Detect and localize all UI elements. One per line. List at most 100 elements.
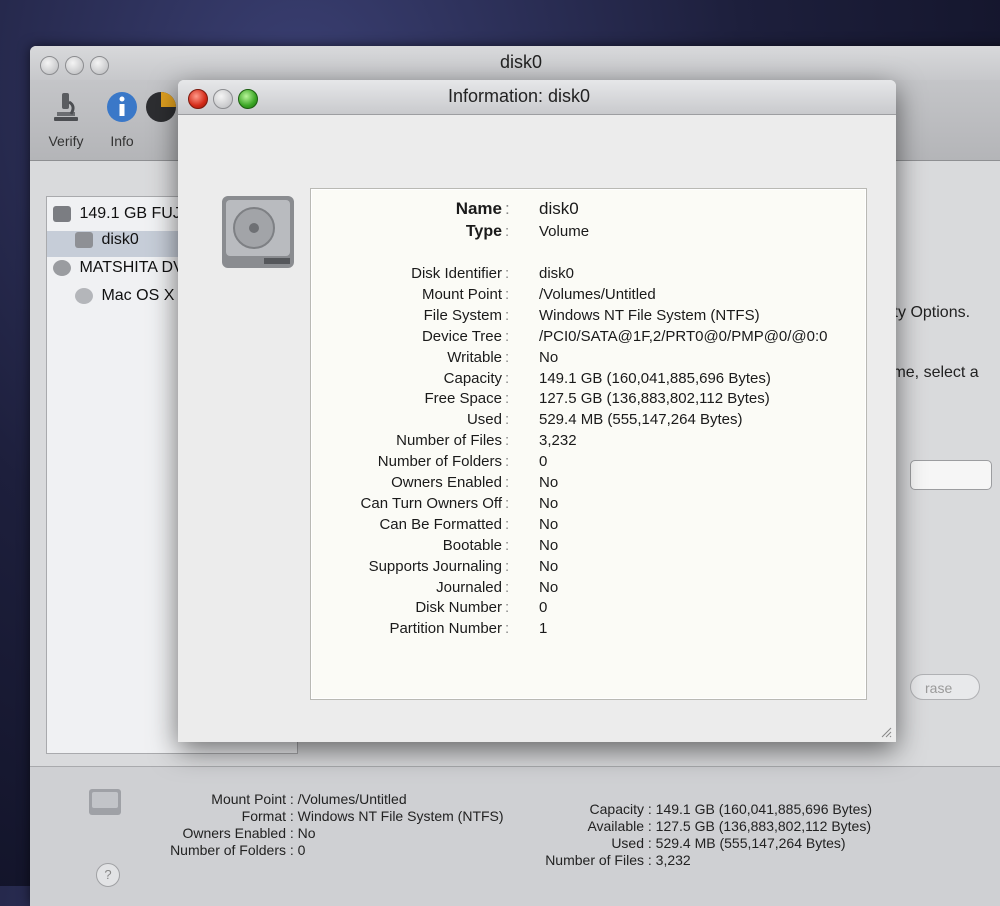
info-label: Info [110, 133, 134, 149]
info-row-value: No [539, 578, 559, 596]
info-row-label: Partition Number [389, 620, 502, 638]
info-minimize-button[interactable] [213, 89, 233, 109]
info-row-can-turn-owners-off: Can Turn Owners Off: No [360, 494, 559, 512]
info-close-button[interactable] [188, 89, 208, 109]
info-row-label: Used [466, 411, 502, 429]
status-number-of-folders: Number of Folders : 0 [170, 842, 306, 858]
info-row-can-be-formatted: Can Be Formatted: No [379, 515, 559, 533]
zoom-button[interactable] [90, 56, 109, 75]
info-row-label: Supports Journaling [368, 557, 502, 575]
main-titlebar[interactable]: disk0 [30, 46, 1000, 80]
info-row-value: 1 [539, 620, 548, 638]
status-owners-enabled: Owners Enabled : No [182, 825, 316, 841]
info-row-label: Writable [447, 348, 502, 366]
hard-disk-icon [53, 205, 71, 222]
info-icon [107, 92, 137, 122]
microscope-icon [54, 93, 78, 121]
status-format: Format : Windows NT File System (NTFS) [241, 808, 504, 824]
info-row-name: Name : disk0 [455, 199, 579, 218]
info-row-device-tree: Device Tree:/PCI0/SATA@1F,2/PRT0@0/PMP@0… [421, 327, 828, 345]
info-row-number-of-files: Number of Files:3,232 [396, 432, 577, 450]
info-row-value: Windows NT File System (NTFS) [539, 306, 760, 324]
optical-drive-icon [53, 259, 71, 276]
info-zoom-button[interactable] [238, 89, 258, 109]
info-row-writable: Writable: No [447, 348, 559, 366]
info-row-value: Volume [539, 223, 590, 240]
info-row-value: No [539, 474, 559, 491]
info-row-value: 127.5 GB (136,883,802,112 Bytes) [539, 390, 770, 408]
format-popup[interactable] [910, 460, 992, 490]
info-details-panel: Name : disk0 Type : Volume Disk Identifi… [310, 188, 867, 700]
verify-button[interactable]: Verify [36, 90, 96, 149]
info-row-used: Used:529.4 MB (555,147,264 Bytes) [466, 411, 743, 429]
information-window: Information: disk0 Name : disk0 Type : V… [178, 80, 896, 742]
info-titlebar[interactable]: Information: disk0 [178, 80, 896, 115]
info-row-partition-number: Partition Number:1 [389, 620, 548, 638]
info-row-label: Type [465, 223, 502, 240]
info-row-label: Capacity [443, 369, 502, 387]
info-row-value: No [539, 515, 559, 533]
status-mount-point: Mount Point : /Volumes/Untitled [211, 791, 407, 807]
status-capacity: Capacity : 149.1 GB (160,041,885,696 Byt… [589, 801, 873, 817]
info-row-disk-identifier: Disk Identifier: disk0 [411, 265, 575, 282]
status-available: Available : 127.5 GB (136,883,802,112 By… [587, 818, 872, 834]
burn-icon [146, 92, 177, 122]
dvd-icon [75, 287, 93, 304]
info-row-label: Disk Number [415, 599, 502, 617]
info-row-label: Free Space [424, 390, 502, 408]
erase-button[interactable]: rase [910, 674, 980, 700]
info-row-value: 149.1 GB (160,041,885,696 Bytes) [539, 369, 771, 387]
info-row-label: File System [423, 306, 502, 324]
info-row-value: disk0 [539, 265, 575, 282]
info-row-value: No [539, 536, 559, 554]
sidebar-item-label: disk0 [101, 231, 139, 248]
info-row-value: 0 [539, 453, 548, 471]
info-row-label: Can Be Formatted [379, 515, 502, 533]
info-row-owners-enabled: Owners Enabled: No [391, 474, 559, 491]
info-row-free-space: Free Space:127.5 GB (136,883,802,112 Byt… [424, 390, 770, 408]
info-row-journaled: Journaled: No [436, 578, 559, 596]
info-row-capacity: Capacity:149.1 GB (160,041,885,696 Bytes… [443, 369, 771, 387]
info-row-label: Number of Files [396, 432, 502, 450]
instructions-text-fragment: ıme, select a [888, 364, 979, 381]
sidebar-item-matshita-drive[interactable]: MATSHITA DV [53, 259, 184, 285]
resize-grip-icon[interactable] [880, 726, 892, 738]
sidebar-item-label: Mac OS X I [101, 287, 184, 304]
info-row-number-of-folders: Number of Folders:0 [377, 453, 548, 471]
close-button[interactable] [40, 56, 59, 75]
info-row-value: No [539, 557, 559, 575]
help-button[interactable]: ? [96, 863, 120, 887]
sidebar-item-mac-os-x-install[interactable]: Mac OS X I [75, 287, 183, 313]
info-row-label: Journaled [436, 578, 502, 596]
info-window-title: Information: disk0 [448, 86, 591, 106]
info-row-label: Can Turn Owners Off [360, 494, 502, 512]
info-row-value: /PCI0/SATA@1F,2/PRT0@0/PMP@0/@0:0 [539, 327, 828, 345]
info-row-file-system: File System: Windows NT File System (NTFS… [423, 306, 760, 324]
info-row-value: /Volumes/Untitled [539, 285, 656, 303]
info-row-label: Owners Enabled [391, 474, 502, 491]
info-row-value: No [539, 348, 559, 366]
window-title: disk0 [500, 52, 543, 72]
options-text-fragment: ity Options. [890, 304, 971, 321]
info-row-label: Number of Folders [377, 453, 502, 471]
sidebar-item-label: 149.1 GB FUJ [79, 205, 181, 222]
info-row-label: Disk Identifier [411, 265, 502, 282]
info-row-disk-number: Disk Number:0 [415, 599, 548, 617]
status-pane: ? Mount Point : /Volumes/Untitled Format… [30, 766, 1000, 906]
volume-icon [75, 231, 93, 248]
info-row-value: 3,232 [539, 432, 577, 450]
info-row-mount-point: Mount Point:/Volumes/Untitled [421, 285, 656, 303]
sidebar-item-label: MATSHITA DV [79, 259, 184, 276]
minimize-button[interactable] [65, 56, 84, 75]
info-row-value: 529.4 MB (555,147,264 Bytes) [539, 411, 743, 429]
info-row-value: 0 [539, 599, 548, 617]
info-row-bootable: Bootable: No [442, 536, 559, 554]
status-used: Used : 529.4 MB (555,147,264 Bytes) [611, 835, 846, 851]
info-row-supports-journaling: Supports Journaling: No [368, 557, 559, 575]
info-row-label: Name [455, 199, 502, 218]
verify-label: Verify [48, 133, 84, 149]
info-row-value: No [539, 494, 559, 512]
sidebar-item-fujitsu-disk[interactable]: 149.1 GB FUJ [53, 205, 181, 231]
info-row-label: Device Tree [421, 327, 502, 345]
status-number-of-files: Number of Files : 3,232 [545, 852, 691, 868]
